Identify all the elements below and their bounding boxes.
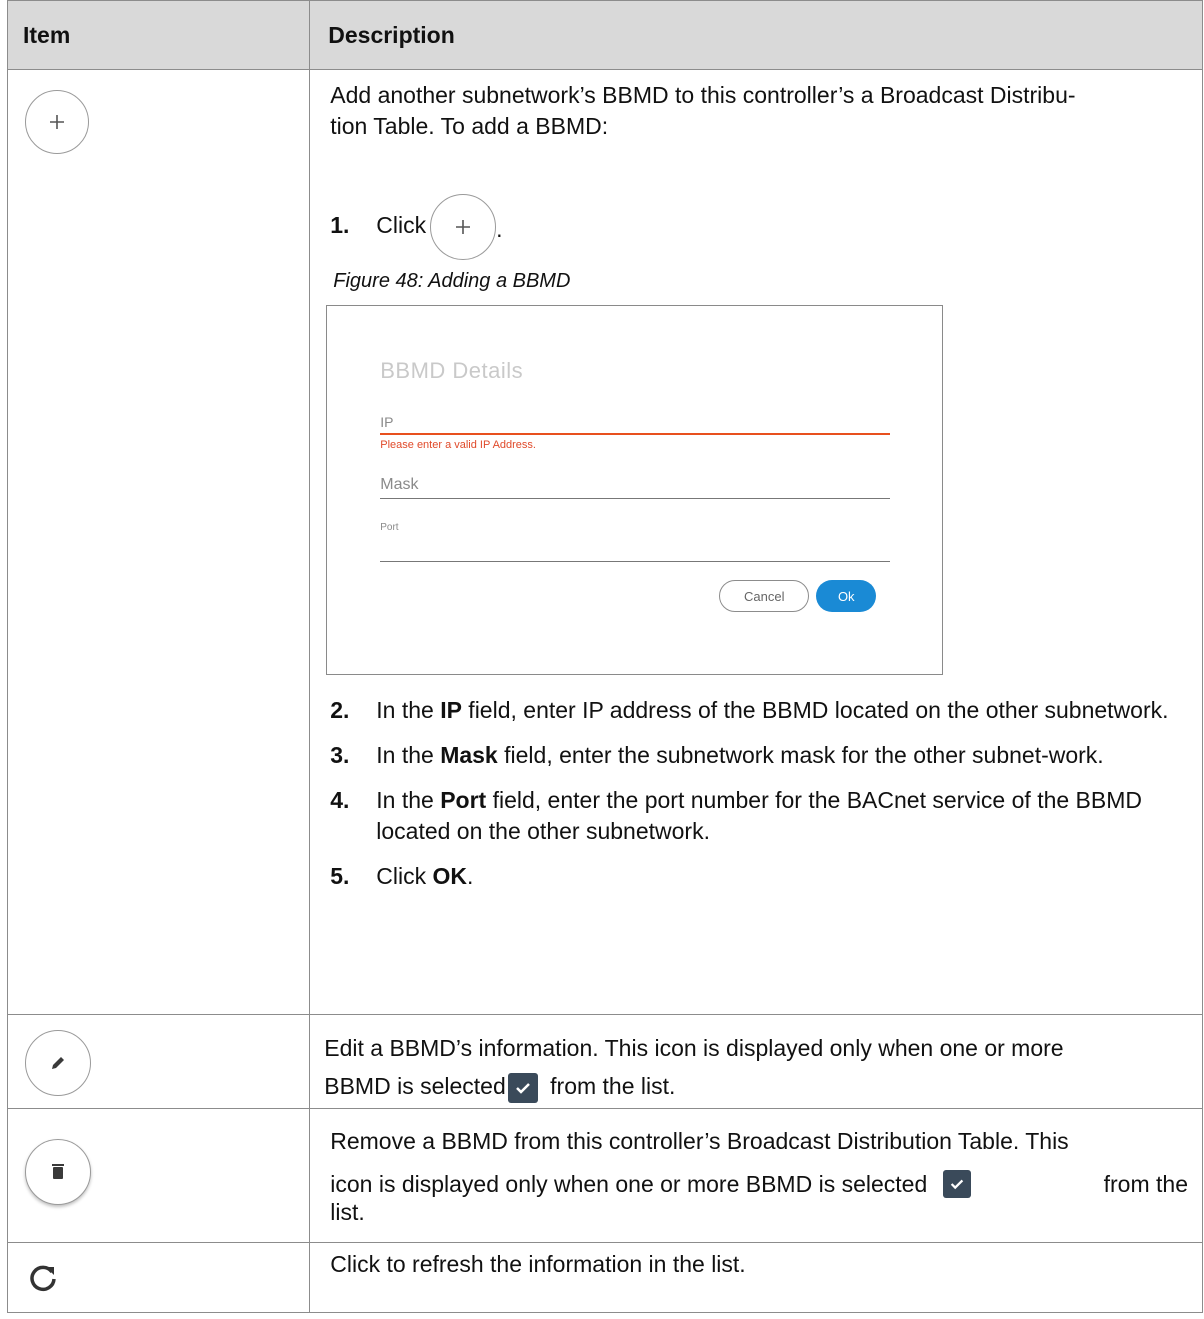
header-description: Description	[309, 0, 1203, 70]
edit-line-1: Edit a BBMD’s information. This icon is …	[324, 1035, 1064, 1061]
intro-line-1: Add another subnetwork’s BBMD to this co…	[330, 82, 1076, 108]
table-row-add: Add another subnetwork’s BBMD to this co…	[6, 69, 1203, 1015]
mask-field[interactable]	[380, 498, 891, 499]
refresh-line-1: Click to refresh the information in the …	[330, 1251, 746, 1277]
item-cell-edit	[6, 1014, 311, 1109]
step-5: 5. Click OK.	[330, 863, 474, 889]
cancel-button[interactable]: Cancel	[719, 580, 810, 612]
trash-icon	[25, 1139, 91, 1205]
edit-line-2: BBMD is selected from the list.	[324, 1067, 1192, 1105]
table-header-row: Item Description	[6, 0, 1203, 70]
checkbox-checked-icon	[507, 1072, 538, 1103]
step-2: 2. In the IP field, enter IP address of …	[330, 697, 1169, 723]
pencil-icon	[25, 1030, 91, 1096]
plus-icon	[25, 90, 89, 154]
checkbox-checked-icon	[943, 1170, 972, 1198]
remove-line-2: icon is displayed only when one or more …	[330, 1170, 1188, 1198]
description-cell-refresh: Click to refresh the information in the …	[309, 1242, 1203, 1313]
description-cell-edit: Edit a BBMD’s information. This icon is …	[309, 1014, 1203, 1109]
remove-line-1: Remove a BBMD from this controller’s Bro…	[330, 1128, 1069, 1154]
intro-line-2: tion Table. To add a BBMD:	[330, 113, 609, 139]
ip-field-label[interactable]: IP	[380, 414, 888, 430]
table-row-refresh: Click to refresh the information in the …	[6, 1242, 1203, 1313]
item-cell-add	[6, 69, 311, 1015]
bbmd-details-dialog: BBMD Details IP Please enter a valid IP …	[326, 305, 944, 675]
figure-caption: Figure 48: Adding a BBMD	[333, 270, 571, 292]
port-field[interactable]	[380, 561, 891, 562]
step-4: 4. In the Port field, enter the port num…	[330, 787, 1143, 844]
plus-icon	[430, 194, 497, 260]
item-cell-refresh	[6, 1242, 311, 1313]
remove-line-3: list.	[330, 1199, 365, 1225]
port-field-label[interactable]: Port	[380, 522, 888, 533]
table-row-edit: Edit a BBMD’s information. This icon is …	[6, 1014, 1203, 1109]
ok-button[interactable]: Ok	[816, 580, 877, 612]
description-cell-add: Add another subnetwork’s BBMD to this co…	[309, 69, 1203, 1015]
description-table: Item Description Add another subnetwork’…	[6, 0, 1203, 1313]
dialog-title: BBMD Details	[380, 358, 524, 383]
item-cell-remove	[6, 1108, 311, 1243]
step-3: 3. In the Mask field, enter the subnetwo…	[330, 742, 1104, 768]
description-cell-remove: Remove a BBMD from this controller’s Bro…	[309, 1108, 1203, 1243]
ip-error-message: Please enter a valid IP Address.	[380, 439, 536, 451]
table-row-remove: Remove a BBMD from this controller’s Bro…	[6, 1108, 1203, 1243]
ip-field[interactable]	[380, 433, 891, 435]
refresh-icon	[28, 1263, 58, 1298]
mask-field-label[interactable]: Mask	[380, 476, 888, 494]
step-1: 1. Click .	[310, 142, 1202, 260]
header-item: Item	[6, 0, 311, 70]
